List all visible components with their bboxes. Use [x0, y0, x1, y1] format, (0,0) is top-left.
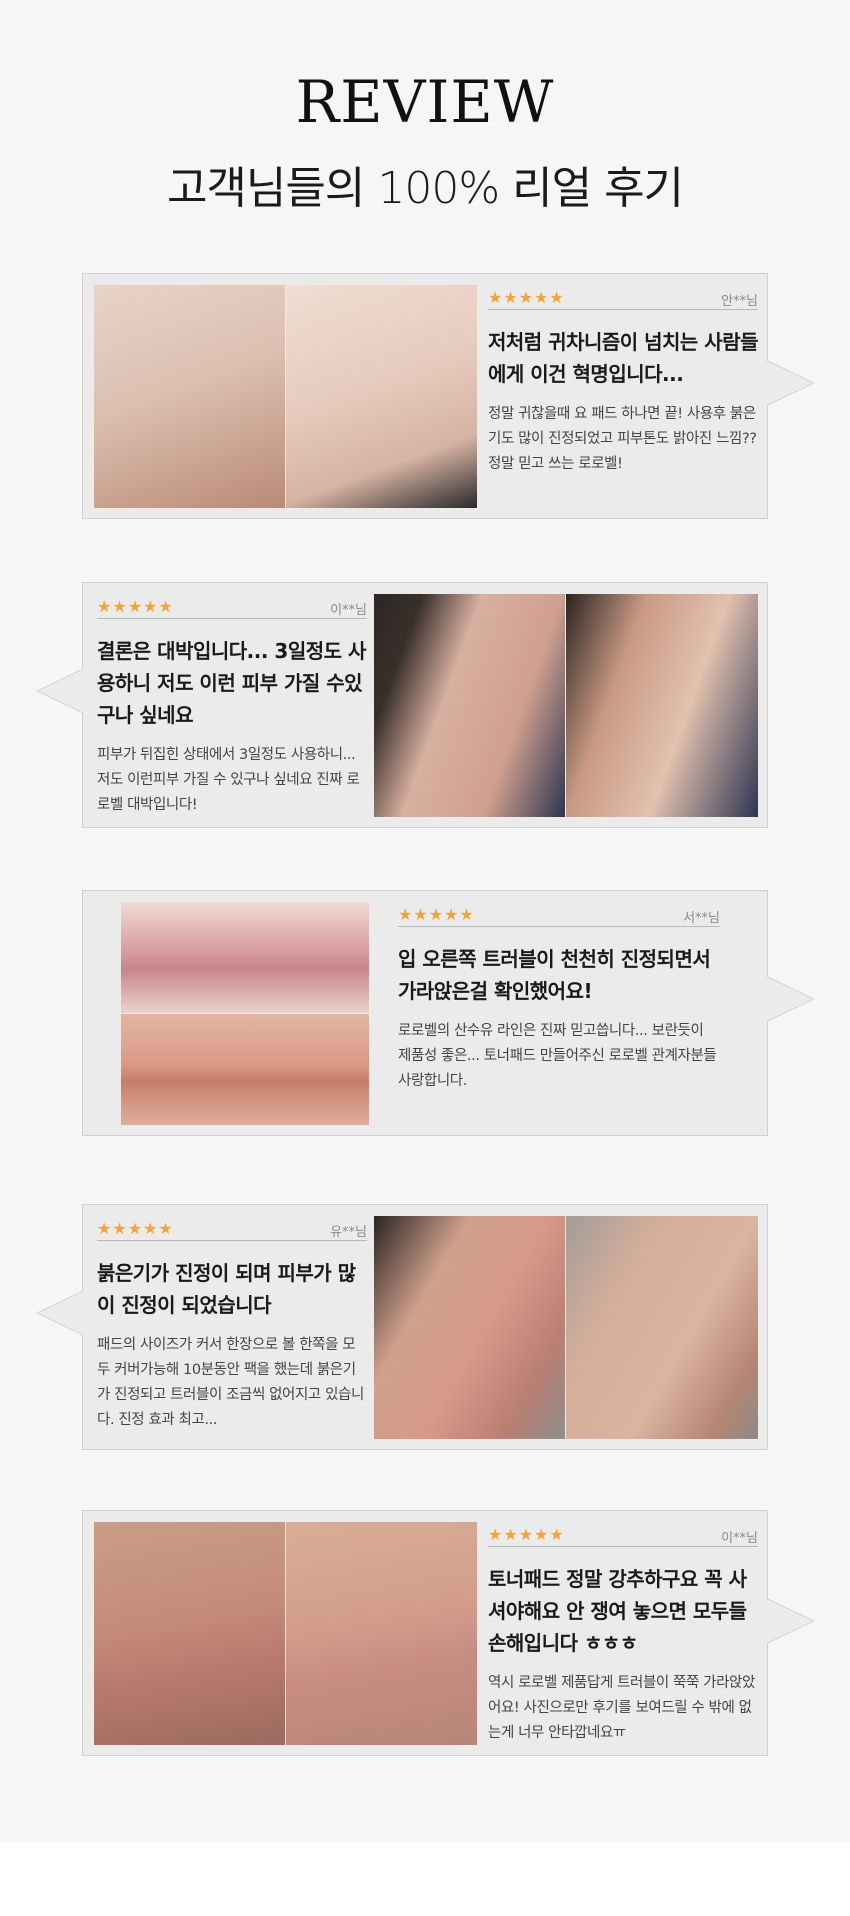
- review-body: 패드의 사이즈가 커서 한장으로 볼 한쪽을 모두 커버가능해 10분동안 팩을…: [97, 1337, 364, 1428]
- star-rating: ★★★★★: [97, 597, 174, 616]
- star-rating: ★★★★★: [97, 1219, 174, 1238]
- review-text: ★★★★★ 유**님 붉은기가 진정이 되며 피부가 많이 진정이 되었습니다 …: [97, 1219, 367, 1433]
- rating-row: ★★★★★ 유**님: [97, 1219, 367, 1241]
- review-author: 이**님: [330, 603, 367, 618]
- review-card-2: ★★★★★ 이**님 결론은 대박입니다... 3일정도 사용하니 저도 이런 …: [82, 582, 768, 828]
- review-headline: 입 오른쪽 트러블이 천천히 진정되면서 가라앉은걸 확인했어요!: [398, 947, 711, 1003]
- page-subtitle: 고객님들의 100% 리얼 후기: [166, 163, 684, 214]
- review-photo-before-after: [121, 902, 369, 1125]
- page-title: REVIEW: [295, 68, 555, 136]
- star-rating: ★★★★★: [488, 1525, 565, 1544]
- review-card-1: ★★★★★ 안**님 저처럼 귀차니즘이 넘치는 사람들에게 이건 혁명입니다.…: [82, 273, 768, 519]
- speech-tail-fill: [38, 669, 84, 713]
- star-rating: ★★★★★: [488, 288, 565, 307]
- review-text: ★★★★★ 이**님 토너패드 정말 강추하구요 꼭 사셔야해요 안 쟁여 놓으…: [488, 1525, 758, 1746]
- rating-row: ★★★★★ 이**님: [488, 1525, 758, 1547]
- speech-tail-fill: [767, 361, 813, 405]
- review-photo-before-after: [94, 1522, 477, 1745]
- review-text: ★★★★★ 서**님 입 오른쪽 트러블이 천천히 진정되면서 가라앉은걸 확인…: [398, 905, 720, 1094]
- speech-tail-fill: [767, 1599, 813, 1643]
- review-author: 서**님: [683, 911, 720, 926]
- review-photo-before-after: [94, 285, 477, 508]
- review-body: 피부가 뒤집힌 상태에서 3일정도 사용하니... 저도 이런피부 가질 수 있…: [97, 747, 360, 813]
- review-card-4: ★★★★★ 유**님 붉은기가 진정이 되며 피부가 많이 진정이 되었습니다 …: [82, 1204, 768, 1450]
- review-photo-before-after: [374, 1216, 758, 1439]
- review-body: 로로벨의 산수유 라인은 진짜 믿고씁니다... 보란듯이 제품성 좋은... …: [398, 1023, 717, 1089]
- review-section: REVIEW 고객님들의 100% 리얼 후기 ★★★★★ 안**님 저처럼 귀…: [0, 0, 850, 1842]
- rating-row: ★★★★★ 이**님: [97, 597, 367, 619]
- rating-row: ★★★★★ 안**님: [488, 288, 758, 310]
- star-rating: ★★★★★: [398, 905, 475, 924]
- review-card-5: ★★★★★ 이**님 토너패드 정말 강추하구요 꼭 사셔야해요 안 쟁여 놓으…: [82, 1510, 768, 1756]
- rating-row: ★★★★★ 서**님: [398, 905, 720, 927]
- speech-tail-fill: [38, 1291, 84, 1335]
- review-author: 유**님: [330, 1225, 367, 1240]
- speech-tail-fill: [767, 977, 813, 1021]
- review-body: 역시 로로벨 제품답게 트러블이 쭉쭉 가라앉았어요! 사진으로만 후기를 보여…: [488, 1675, 755, 1741]
- review-headline: 저처럼 귀차니즘이 넘치는 사람들에게 이건 혁명입니다...: [488, 330, 759, 386]
- review-headline: 토너패드 정말 강추하구요 꼭 사셔야해요 안 쟁여 놓으면 모두들 손해입니다…: [488, 1567, 747, 1655]
- review-author: 이**님: [721, 1531, 758, 1546]
- review-body: 정말 귀찮을때 요 패드 하나면 끝! 사용후 붉은기도 많이 진정되었고 피부…: [488, 406, 757, 472]
- review-headline: 붉은기가 진정이 되며 피부가 많이 진정이 되었습니다: [97, 1261, 356, 1317]
- review-text: ★★★★★ 안**님 저처럼 귀차니즘이 넘치는 사람들에게 이건 혁명입니다.…: [488, 288, 759, 477]
- footer-band: [0, 1842, 850, 1916]
- review-card-3: ★★★★★ 서**님 입 오른쪽 트러블이 천천히 진정되면서 가라앉은걸 확인…: [82, 890, 768, 1136]
- review-author: 안**님: [721, 294, 758, 309]
- review-headline: 결론은 대박입니다... 3일정도 사용하니 저도 이런 피부 가질 수있구나 …: [97, 639, 366, 727]
- review-photo-before-after: [374, 594, 758, 817]
- review-text: ★★★★★ 이**님 결론은 대박입니다... 3일정도 사용하니 저도 이런 …: [97, 597, 367, 818]
